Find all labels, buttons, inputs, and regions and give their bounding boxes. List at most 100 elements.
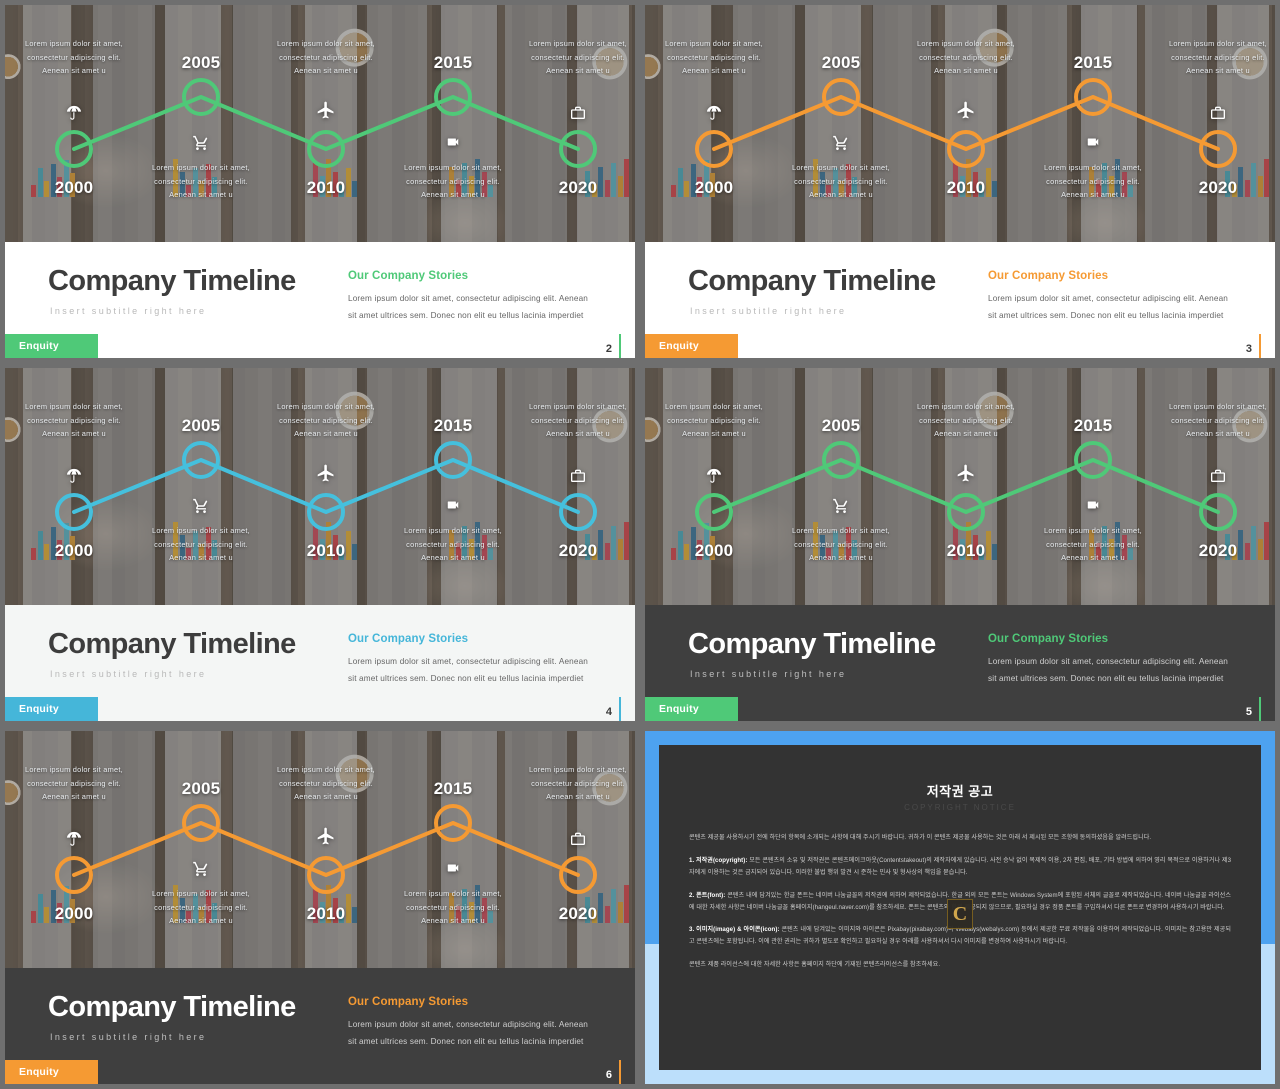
cart-icon [832,135,851,152]
timeline-description: Lorem ipsum dolor sit amet, consectetur … [792,163,890,200]
timeline-description: Lorem ipsum dolor sit amet, consectetur … [404,889,502,926]
copyright-section-text: 모든 콘텐츠의 소유 및 저작권은 콘텐츠메이크아웃(Contentstakeo… [689,856,1232,876]
copyright-footer: 콘텐츠 제품 라이선스에 대한 자세한 사항은 홈페이지 하단에 기재된 콘텐츠… [689,961,941,969]
video-camera-icon [444,135,462,149]
timeline-description: Lorem ipsum dolor sit amet, consectetur … [25,402,123,439]
story-paragraph: Lorem ipsum dolor sit amet, consectetur … [988,294,1228,320]
copyright-section-label: 3. 이미지(image) & 아이콘(icon): [689,926,780,934]
enquiry-button[interactable]: Enquity [5,334,98,358]
briefcase-icon [570,105,587,121]
slide-footer-band: Company Timeline Insert subtitle right h… [5,605,635,721]
briefcase-icon [1210,105,1227,121]
timeline-slide[interactable]: 2000 2005 2010 2015 2020 Lorem ipsum dolor si… [5,5,635,358]
page-subtitle: Insert subtitle right here [690,669,847,679]
page-title: Company Timeline [48,991,296,1023]
slide-cell-5[interactable]: 2000 2005 2010 2015 2020 Lorem ipsum dolor si… [640,363,1280,726]
umbrella-icon [706,468,723,485]
timeline-description: Lorem ipsum dolor sit amet, consectetur … [917,39,1015,76]
page-subtitle: Insert subtitle right here [50,669,207,679]
page-accent-bar [619,334,621,358]
enquiry-button[interactable]: Enquity [5,697,98,721]
page-number: 3 [1245,343,1252,355]
timeline-year-label: 2010 [306,541,346,560]
copyright-panel: 저작권 공고 COPYRIGHT NOTICE 콘텐츠 제공물 사용하시기 전에… [659,745,1261,1070]
page-number: 6 [605,1069,612,1081]
story-paragraph: Lorem ipsum dolor sit amet, consectetur … [348,1020,588,1046]
timeline-year-label: 2020 [1198,178,1238,197]
slide-cell-3[interactable]: 2000 2005 2010 2015 2020 Lorem ipsum dolor si… [640,0,1280,363]
timeline-year-label: 2010 [306,904,346,923]
timeline-year-label: 2000 [694,178,734,197]
timeline-year-label: 2015 [1073,416,1113,435]
timeline-slide[interactable]: 2000 2005 2010 2015 2020 Lorem ipsum dolor si… [645,5,1275,358]
page-title: Company Timeline [48,628,296,660]
timeline-description: Lorem ipsum dolor sit amet, consectetur … [1169,402,1267,439]
timeline-year-label: 2000 [54,178,94,197]
page-accent-bar [1259,697,1261,721]
enquiry-button[interactable]: Enquity [5,1060,98,1084]
page-title: Company Timeline [48,265,296,297]
timeline-description: Lorem ipsum dolor sit amet, consectetur … [529,765,627,802]
copyright-section-label: 2. 폰트(font): [689,891,726,899]
story-heading: Our Company Stories [348,270,469,282]
slide-cell-6[interactable]: 2000 2005 2010 2015 2020 Lorem ipsum dolor si… [0,726,640,1089]
video-camera-icon [1084,498,1102,512]
slide-deck-grid: 2000 2005 2010 2015 2020 Lorem ipsum dolor si… [0,0,1280,1089]
story-heading: Our Company Stories [348,996,469,1008]
slide-footer-band: Company Timeline Insert subtitle right h… [645,605,1275,721]
slide-hero-image: 2000 2005 2010 2015 2020 Lorem ipsum dolor si… [645,368,1275,605]
copyright-subtitle: COPYRIGHT NOTICE [904,803,1016,812]
page-subtitle: Insert subtitle right here [690,306,847,316]
airplane-icon [956,463,976,483]
page-number: 4 [605,706,612,718]
timeline-year-label: 2005 [821,416,861,435]
enquiry-button[interactable]: Enquity [645,697,738,721]
timeline-description: Lorem ipsum dolor sit amet, consectetur … [152,163,250,200]
timeline-year-label: 2000 [694,541,734,560]
enquiry-button[interactable]: Enquity [645,334,738,358]
cart-icon [192,135,211,152]
timeline-slide[interactable]: 2000 2005 2010 2015 2020 Lorem ipsum dolor si… [5,368,635,721]
cart-icon [192,861,211,878]
copyright-cell: 저작권 공고 COPYRIGHT NOTICE 콘텐츠 제공물 사용하시기 전에… [640,726,1280,1089]
airplane-icon [316,463,336,483]
timeline-description: Lorem ipsum dolor sit amet, consectetur … [404,163,502,200]
timeline-year-label: 2020 [558,904,598,923]
airplane-icon [316,100,336,120]
umbrella-icon [66,468,83,485]
video-camera-icon [1084,135,1102,149]
page-title: Company Timeline [688,628,936,660]
cart-icon [192,498,211,515]
slide-cell-2[interactable]: 2000 2005 2010 2015 2020 Lorem ipsum dolor si… [0,0,640,363]
copyright-section-label: 1. 저작권(copyright): [689,856,748,864]
timeline-description: Lorem ipsum dolor sit amet, consectetur … [277,39,375,76]
timeline-slide[interactable]: 2000 2005 2010 2015 2020 Lorem ipsum dolor si… [645,368,1275,721]
timeline-year-label: 2020 [558,541,598,560]
timeline-year-label: 2005 [181,416,221,435]
timeline-description: Lorem ipsum dolor sit amet, consectetur … [792,526,890,563]
page-number: 5 [1245,706,1252,718]
page-accent-bar [619,1060,621,1084]
timeline-description: Lorem ipsum dolor sit amet, consectetur … [665,402,763,439]
page-accent-bar [1259,334,1261,358]
timeline-description: Lorem ipsum dolor sit amet, consectetur … [404,526,502,563]
slide-cell-4[interactable]: 2000 2005 2010 2015 2020 Lorem ipsum dolor si… [0,363,640,726]
timeline-year-label: 2005 [181,53,221,72]
timeline-description: Lorem ipsum dolor sit amet, consectetur … [1044,163,1142,200]
video-camera-icon [444,861,462,875]
slide-hero-image: 2000 2005 2010 2015 2020 Lorem ipsum dolor si… [5,731,635,968]
airplane-icon [956,100,976,120]
page-subtitle: Insert subtitle right here [50,1032,207,1042]
story-heading: Our Company Stories [348,633,469,645]
timeline-description: Lorem ipsum dolor sit amet, consectetur … [152,526,250,563]
briefcase-icon [570,468,587,484]
timeline-slide[interactable]: 2000 2005 2010 2015 2020 Lorem ipsum dolor si… [5,731,635,1084]
timeline-description: Lorem ipsum dolor sit amet, consectetur … [1044,526,1142,563]
slide-hero-image: 2000 2005 2010 2015 2020 Lorem ipsum dolor si… [5,5,635,242]
timeline-year-label: 2020 [1198,541,1238,560]
story-heading: Our Company Stories [988,270,1109,282]
slide-footer-band: Company Timeline Insert subtitle right h… [5,242,635,358]
timeline-description: Lorem ipsum dolor sit amet, consectetur … [25,39,123,76]
story-paragraph: Lorem ipsum dolor sit amet, consectetur … [988,657,1228,683]
brand-logo-watermark: C [947,899,973,929]
